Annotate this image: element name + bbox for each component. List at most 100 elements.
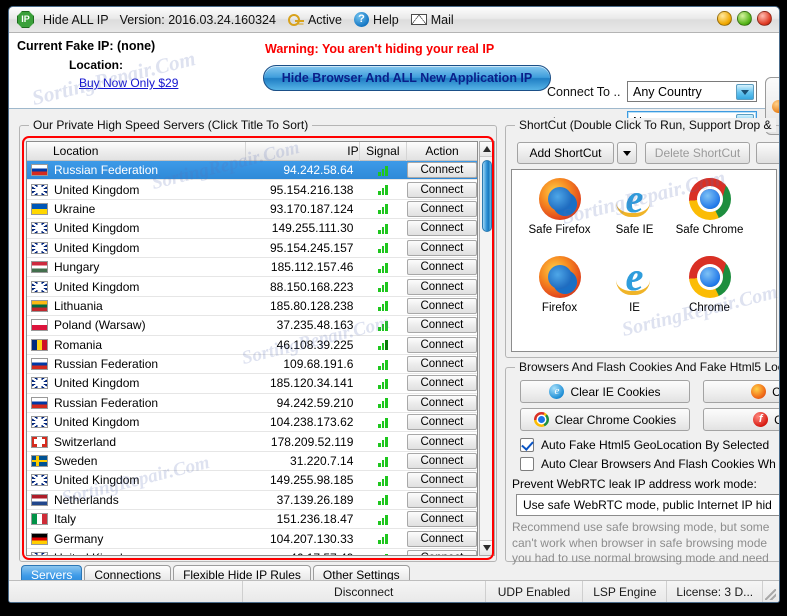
globe-icon — [772, 100, 779, 113]
connect-button[interactable]: Connect — [406, 239, 477, 256]
scroll-down-button[interactable] — [480, 540, 494, 555]
chevron-down-icon[interactable] — [736, 84, 754, 100]
connect-button[interactable]: Connect — [406, 162, 477, 179]
table-row[interactable]: Ukraine 93.170.187.124 Connect — [27, 200, 477, 220]
table-row[interactable]: Sweden 31.220.7.14 Connect — [27, 452, 477, 472]
shortcut-item[interactable]: Safe Chrome — [672, 178, 747, 256]
close-button[interactable] — [757, 11, 772, 26]
add-shortcut-button[interactable]: Add ShortCut — [517, 142, 614, 164]
table-row[interactable]: United Kingdom 88.150.168.223 Connect — [27, 277, 477, 297]
connect-button[interactable]: Connect — [406, 375, 477, 392]
connect-button[interactable]: Connect — [406, 433, 477, 450]
location-label: Ukraine — [54, 201, 96, 216]
shortcut-item[interactable]: Safe Firefox — [522, 178, 597, 256]
table-row[interactable]: United Kingdom 104.238.173.62 Connect — [27, 413, 477, 433]
delete-shortcut-button[interactable]: Delete ShortCut — [645, 142, 750, 164]
clear-chrome-cookies-button[interactable]: Clear Chrome Cookies — [520, 408, 690, 431]
connect-button[interactable]: Connect — [406, 181, 477, 198]
signal-bars-icon — [378, 397, 388, 409]
column-header-action[interactable]: Action — [407, 142, 477, 161]
connect-button[interactable]: Connect — [406, 317, 477, 334]
connect-button[interactable]: Connect — [406, 278, 477, 295]
connect-button[interactable]: Connect — [406, 472, 477, 489]
shortcut-item[interactable]: Chrome — [672, 256, 747, 334]
clear-flash-cookies-button[interactable]: Clear Fla — [703, 408, 779, 431]
webrtc-mode-select[interactable]: Use safe WebRTC mode, public Internet IP… — [516, 494, 779, 516]
signal-bars-icon — [378, 300, 388, 312]
shortcut-canvas[interactable]: Safe Firefox Safe IE Safe Chrome Firefox IE C… — [511, 169, 777, 352]
auto-clear-cookies-checkbox[interactable]: Auto Clear Browsers And Flash Cookies Wh — [520, 457, 779, 471]
servers-list-header[interactable]: Location IP Signal Action — [27, 142, 477, 161]
flag-icon-nl — [31, 493, 48, 506]
table-row[interactable]: United Kingdom 46.17.57.49 Connect — [27, 549, 477, 555]
cell-action: Connect — [406, 220, 477, 237]
shortcut-item[interactable]: Firefox — [522, 256, 597, 334]
webrtc-note: Recommend use safe browsing mode, but so… — [512, 520, 779, 567]
table-row[interactable]: Romania 46.108.39.225 Connect — [27, 336, 477, 355]
shortcut-item[interactable]: IE — [597, 256, 672, 334]
column-header-ip[interactable]: IP — [246, 142, 360, 161]
table-row[interactable]: Germany 104.207.130.33 Connect — [27, 529, 477, 549]
maximize-button[interactable] — [737, 11, 752, 26]
connect-button[interactable]: Connect — [406, 530, 477, 547]
table-row[interactable]: Russian Federation 94.242.58.64 Connect — [27, 161, 477, 181]
connect-button[interactable]: Connect — [406, 336, 477, 353]
minimize-button[interactable] — [717, 11, 732, 26]
connect-button[interactable]: Connect — [406, 453, 477, 470]
connect-button[interactable]: Connect — [406, 394, 477, 411]
checkbox-checked-icon[interactable] — [520, 438, 534, 452]
servers-list[interactable]: Location IP Signal Action Russian Federa… — [26, 141, 478, 556]
help-button[interactable]: ? Help — [354, 12, 399, 27]
signal-bars-icon — [378, 223, 388, 234]
table-row[interactable]: Hungary 185.112.157.46 Connect — [27, 258, 477, 278]
table-row[interactable]: Switzerland 178.209.52.119 Connect — [27, 432, 477, 452]
cell-ip: 95.154.245.157 — [270, 240, 354, 255]
cell-signal — [359, 339, 406, 351]
cell-ip: 95.154.216.138 — [270, 182, 354, 197]
table-row[interactable]: United Kingdom 149.255.111.30 Connect — [27, 219, 477, 239]
shortcut-extra-button[interactable] — [756, 142, 779, 164]
connect-button[interactable]: Connect — [406, 550, 477, 555]
mail-button[interactable]: Mail — [410, 13, 454, 27]
cell-signal — [359, 359, 406, 370]
connect-button[interactable]: Connect — [406, 491, 477, 508]
connect-button[interactable]: Connect — [406, 511, 477, 528]
checkbox-unchecked-icon[interactable] — [520, 457, 534, 471]
connect-button[interactable]: Connect — [406, 259, 477, 276]
table-row[interactable]: Russian Federation 94.242.59.210 Connect — [27, 394, 477, 414]
active-status[interactable]: Active — [287, 13, 342, 27]
connect-button[interactable]: Connect — [406, 200, 477, 217]
table-row[interactable]: Lithuania 185.80.128.238 Connect — [27, 297, 477, 317]
table-row[interactable]: United Kingdom 149.255.98.185 Connect — [27, 471, 477, 491]
connect-button[interactable]: Connect — [406, 220, 477, 237]
table-row[interactable]: United Kingdom 185.120.34.141 Connect — [27, 374, 477, 394]
shortcut-item[interactable]: Safe IE — [597, 178, 672, 256]
connect-button[interactable]: Connect — [406, 356, 477, 373]
scroll-up-button[interactable] — [480, 142, 494, 157]
table-row[interactable]: United Kingdom 95.154.216.138 Connect — [27, 180, 477, 200]
table-row[interactable]: United Kingdom 95.154.245.157 Connect — [27, 239, 477, 258]
add-shortcut-dropdown[interactable] — [617, 142, 637, 164]
table-row[interactable]: Russian Federation 109.68.191.6 Connect — [27, 355, 477, 375]
connect-button[interactable]: Connect — [406, 297, 477, 314]
cell-location: United Kingdom — [27, 183, 245, 197]
column-header-signal[interactable]: Signal — [360, 142, 407, 161]
cell-signal — [359, 300, 406, 312]
connect-button[interactable]: Connect — [406, 414, 477, 431]
buy-now-link[interactable]: Buy Now Only $29 — [79, 76, 178, 90]
connect-to-select[interactable]: Any Country — [627, 81, 757, 102]
table-row[interactable]: Poland (Warsaw) 37.235.48.163 Connect — [27, 316, 477, 336]
column-header-location[interactable]: Location — [27, 142, 247, 161]
cell-ip: 185.80.128.238 — [270, 298, 354, 313]
resize-grip-icon[interactable] — [763, 581, 779, 603]
flag-icon-ru — [31, 164, 48, 177]
hide-browser-button[interactable]: Hide Browser And ALL New Application IP — [263, 65, 551, 91]
clear-ie-cookies-button[interactable]: Clear IE Cookies — [520, 380, 690, 403]
scrollbar-thumb[interactable] — [482, 160, 492, 232]
cell-signal — [359, 417, 406, 428]
clear-firefox-cookies-button[interactable]: Clear Fire — [703, 380, 779, 403]
servers-scrollbar[interactable] — [479, 141, 495, 556]
auto-fake-geolocation-checkbox[interactable]: Auto Fake Html5 GeoLocation By Selected — [520, 438, 779, 452]
table-row[interactable]: Italy 151.236.18.47 Connect — [27, 510, 477, 530]
table-row[interactable]: Netherlands 37.139.26.189 Connect — [27, 491, 477, 511]
